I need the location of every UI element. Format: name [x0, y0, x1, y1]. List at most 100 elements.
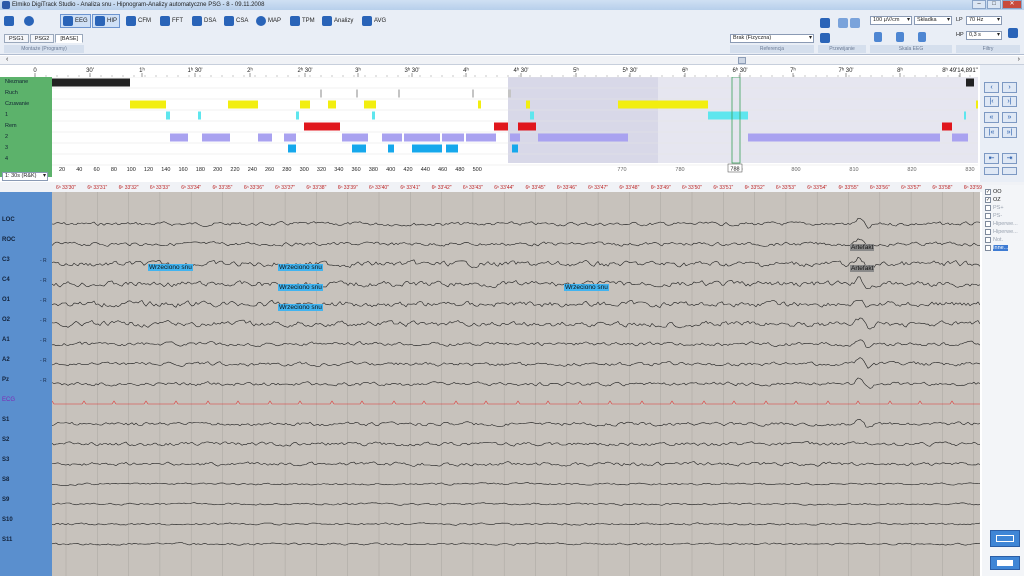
tab-psg1[interactable]: PSG1: [4, 34, 29, 43]
tab-base[interactable]: [BASE]: [55, 34, 84, 43]
time-tick-label: 4ʰ 30': [513, 67, 528, 74]
checkbox[interactable]: [985, 205, 991, 211]
maximize-button[interactable]: □: [987, 0, 1001, 9]
view-toggle-b[interactable]: [848, 16, 862, 30]
scroll-down-button[interactable]: [818, 16, 832, 30]
close-button[interactable]: ✕: [1002, 0, 1022, 9]
eeg-traces[interactable]: [51, 192, 981, 576]
channel-label[interactable]: O2: [2, 317, 10, 323]
event-type-item[interactable]: Inne...: [985, 245, 1009, 251]
hp-filter-select[interactable]: 0,3 s: [966, 31, 1002, 40]
hypnogram-stage-segment: [512, 144, 518, 153]
channel-label[interactable]: ROC: [2, 237, 15, 243]
hypnogram-stage-segment: [372, 111, 375, 120]
checkbox[interactable]: [985, 213, 991, 219]
channel-label[interactable]: S11: [2, 537, 12, 543]
nav-prev-page-button[interactable]: «: [984, 112, 999, 123]
channel-label[interactable]: S8: [2, 477, 9, 483]
channel-label[interactable]: S3: [2, 457, 9, 463]
spindle-annotation[interactable]: Wrzeciono snu: [564, 284, 609, 291]
event-type-item[interactable]: ✓ OZ: [985, 197, 1001, 203]
eeg-trace-area[interactable]: Wrzeciono snu Wrzeciono snu Wrzeciono sn…: [51, 192, 981, 576]
hip-button[interactable]: HIP: [92, 14, 121, 28]
nav-last-button[interactable]: »|: [1002, 127, 1017, 138]
spindle-annotation[interactable]: Wrzeciono snu: [278, 284, 323, 291]
event-type-item[interactable]: PS-: [985, 213, 1002, 219]
sensitivity-select[interactable]: 100 µV/cm: [870, 16, 912, 25]
map-button[interactable]: MAP: [254, 14, 283, 28]
component-select[interactable]: Składka: [914, 16, 952, 25]
time-tick-label: 6ʰ: [682, 67, 688, 74]
event-type-item[interactable]: PS+: [985, 205, 1004, 211]
checkbox[interactable]: ✓: [985, 197, 991, 203]
dsa-button[interactable]: DSA: [190, 14, 218, 28]
nav-jump-button[interactable]: ⇥: [1002, 153, 1017, 164]
nav-prev-epoch-button[interactable]: |‹: [984, 96, 999, 107]
event-type-item[interactable]: Hiperwe...: [985, 229, 1018, 235]
nav-first-button[interactable]: |«: [984, 127, 999, 138]
nav-next-page-button[interactable]: »: [1002, 112, 1017, 123]
tpm-button[interactable]: TPM: [288, 14, 317, 28]
channel-label[interactable]: A1: [2, 337, 10, 343]
minimize-button[interactable]: –: [972, 0, 986, 9]
spindle-annotation[interactable]: Wrzeciono snu: [278, 264, 323, 271]
channel-label[interactable]: S10: [2, 517, 13, 523]
channel-label[interactable]: C4: [2, 277, 10, 283]
scroll-thumb[interactable]: [738, 57, 746, 64]
hypnogram-chart[interactable]: [52, 77, 978, 177]
channel-label[interactable]: S1: [2, 417, 9, 423]
filter-toggle-button[interactable]: [1006, 26, 1020, 40]
artifact-annotation[interactable]: Artefakt: [850, 244, 875, 251]
channel-label[interactable]: S9: [2, 497, 9, 503]
nav-small-b-button[interactable]: [1002, 167, 1017, 175]
measure-tool-button[interactable]: [990, 530, 1020, 547]
artifact-annotation[interactable]: Artefakt: [850, 265, 875, 272]
fft-button[interactable]: FFT: [158, 14, 185, 28]
csa-button[interactable]: CSA: [222, 14, 250, 28]
checkbox[interactable]: [985, 229, 991, 235]
epoch-length-select[interactable]: 1: 30s (R&K): [2, 172, 48, 181]
eye-button[interactable]: [22, 14, 38, 28]
scroll-right-icon[interactable]: ›: [1018, 56, 1020, 63]
scale-down-button[interactable]: [894, 30, 906, 44]
nav-small-a-button[interactable]: [984, 167, 999, 175]
scroll-right-button[interactable]: [818, 32, 832, 44]
scale-up-button[interactable]: [872, 30, 884, 44]
channel-reference: - R: [40, 378, 47, 384]
scale-reset-button[interactable]: [916, 30, 928, 44]
montage-tool-button[interactable]: [990, 556, 1020, 570]
tab-psg2[interactable]: PSG2: [29, 34, 55, 43]
nav-up-left-button[interactable]: ‹: [984, 82, 999, 93]
overview-scrollbar[interactable]: ‹ ›: [0, 56, 1024, 65]
nav-mark-button[interactable]: ⇤: [984, 153, 999, 164]
checkbox[interactable]: [985, 245, 991, 251]
nav-next-epoch-button[interactable]: ›|: [1002, 96, 1017, 107]
analysis-button[interactable]: Analizy: [320, 14, 355, 28]
channel-label[interactable]: S2: [2, 437, 9, 443]
channel-label[interactable]: A2: [2, 357, 10, 363]
checkbox[interactable]: [985, 237, 991, 243]
cfm-button[interactable]: CFM: [124, 14, 153, 28]
lp-filter-select[interactable]: 70 Hz: [966, 16, 1002, 25]
ruler-icon: [996, 535, 1014, 542]
channel-label[interactable]: ECG: [2, 397, 15, 403]
avg-button[interactable]: AVG: [360, 14, 388, 28]
nav-up-right-button[interactable]: ›: [1002, 82, 1017, 93]
channel-label[interactable]: Pz: [2, 377, 9, 383]
event-type-item[interactable]: Hiperwe...: [985, 221, 1018, 227]
scroll-left-icon[interactable]: ‹: [6, 56, 8, 63]
event-type-item[interactable]: ✓ OO: [985, 189, 1002, 195]
event-type-item[interactable]: Not.: [985, 237, 1003, 243]
checkbox[interactable]: [985, 221, 991, 227]
checkbox[interactable]: ✓: [985, 189, 991, 195]
channel-label[interactable]: LOC: [2, 217, 15, 223]
channel-label[interactable]: O1: [2, 297, 10, 303]
spindle-annotation[interactable]: Wrzeciono snu: [148, 264, 193, 271]
spindle-annotation[interactable]: Wrzeciono snu: [278, 304, 323, 311]
channel-label[interactable]: C3: [2, 257, 10, 263]
reference-select[interactable]: Brak (Fizyczna): [730, 34, 814, 43]
eeg-time-header: 6ʰ 33'30" 6ʰ 33'31" 6ʰ 33'32" 6ʰ 33'33" 6ʰ 3…: [0, 182, 1024, 192]
eeg-button[interactable]: EEG: [60, 14, 91, 28]
menu-button[interactable]: [2, 14, 16, 28]
eeg-icon: [63, 16, 73, 26]
